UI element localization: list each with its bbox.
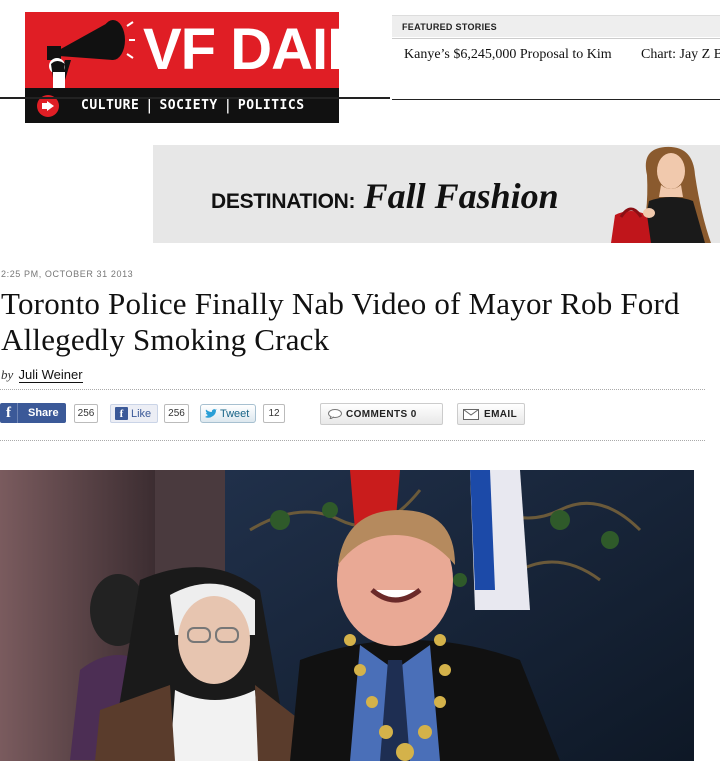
featured-stories-label: FEATURED STORIES	[402, 22, 497, 32]
logo-wordmark: VF DAILY	[143, 17, 395, 82]
envelope-icon	[463, 408, 479, 420]
byline-prefix: by	[1, 367, 14, 382]
article-headline: Toronto Police Finally Nab Video of Mayo…	[1, 286, 680, 357]
featured-divider	[392, 38, 720, 39]
divider	[0, 440, 705, 441]
section-nav: CULTURE | SOCIETY | POLITICS	[25, 88, 339, 123]
speech-bubble-icon	[328, 409, 342, 419]
ad-banner[interactable]: DESTINATION: Fall Fashion	[153, 145, 720, 243]
article-byline: by Juli Weiner	[1, 367, 83, 383]
ad-headline: DESTINATION: Fall Fashion	[211, 175, 559, 217]
featured-story-link[interactable]: Kanye’s $6,245,000 Proposal to Kim	[404, 46, 622, 64]
article-photo	[0, 470, 694, 761]
header-rule	[0, 97, 390, 99]
share-label: Share	[28, 407, 59, 419]
divider	[0, 389, 705, 390]
featured-story-link[interactable]: Chart: Jay Z Brands	[641, 46, 720, 64]
facebook-icon: f	[0, 403, 18, 423]
tweet-count: 12	[263, 404, 285, 423]
megaphone-icon	[47, 20, 135, 88]
ad-prefix: DESTINATION:	[211, 190, 356, 213]
email-label: EMAIL	[484, 408, 518, 420]
nav-divider: |	[225, 96, 230, 114]
author-link[interactable]: Juli Weiner	[18, 367, 83, 383]
facebook-like-button[interactable]: f Like	[110, 404, 158, 423]
like-label: Like	[131, 407, 152, 420]
comments-label: COMMENTS 0	[346, 408, 417, 420]
nav-society[interactable]: SOCIETY	[159, 98, 217, 113]
logo-top-band: VF DAILY	[25, 12, 395, 88]
header-rule	[392, 99, 720, 100]
nav-politics[interactable]: POLITICS	[238, 98, 305, 113]
ad-model-image	[601, 145, 720, 243]
twitter-bird-icon	[205, 408, 217, 418]
tweet-label: Tweet	[220, 407, 250, 420]
featured-stories-header: FEATURED STORIES	[392, 15, 720, 37]
tweet-button[interactable]: Tweet	[200, 404, 256, 423]
nav-culture[interactable]: CULTURE	[81, 98, 139, 113]
vf-daily-logo[interactable]: VF DAILY CULTURE | SOCIETY | POLITICS	[25, 12, 395, 123]
email-button[interactable]: EMAIL	[457, 403, 525, 425]
nav-divider: |	[147, 96, 152, 114]
share-count: 256	[74, 404, 98, 423]
photo-illustration	[0, 470, 694, 761]
ad-title: Fall Fashion	[363, 176, 559, 216]
comments-button[interactable]: COMMENTS 0	[320, 403, 443, 425]
facebook-icon: f	[115, 407, 128, 420]
like-count: 256	[164, 404, 189, 423]
article-timestamp: 2:25 PM, OCTOBER 31 2013	[1, 269, 134, 279]
facebook-share-button[interactable]: f Share	[0, 403, 66, 423]
